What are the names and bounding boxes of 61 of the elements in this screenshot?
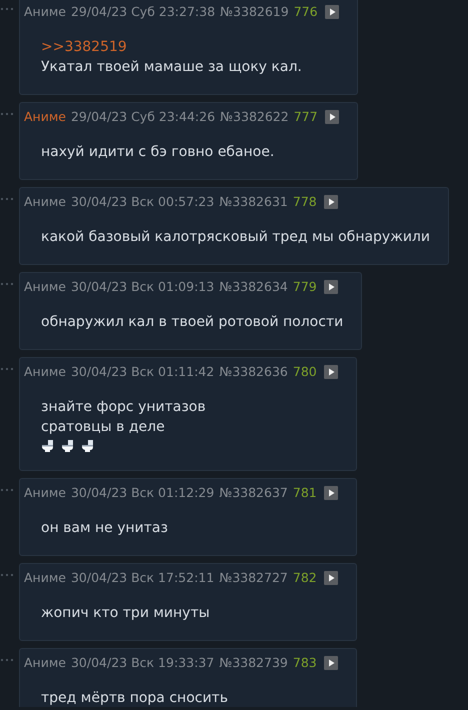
post-text: обнаружил кал в твоей ротовой полости xyxy=(41,313,344,332)
toilet-icon xyxy=(41,439,55,453)
post-text: он вам не унитаз xyxy=(41,519,168,538)
post-text: Укатал твоей мамаше за щоку кал. xyxy=(41,58,302,77)
post-number-link[interactable]: №3382622 xyxy=(220,107,289,127)
dots-icon xyxy=(1,113,13,116)
post-number-link[interactable]: №3382619 xyxy=(220,2,289,22)
post-text: сратовцы в деле xyxy=(41,418,165,437)
reply-link[interactable]: >>3382519 xyxy=(41,37,127,57)
poster-name: Аниме xyxy=(24,108,66,126)
poster-name: Аниме xyxy=(24,484,66,502)
post-count: 777 xyxy=(294,108,318,126)
post-text: знайте форс унитазов xyxy=(41,398,206,417)
post-text: жопич кто три минуты xyxy=(41,604,210,623)
poster-name: Аниме xyxy=(24,278,66,296)
play-icon[interactable] xyxy=(324,486,338,500)
post-count: 779 xyxy=(292,278,317,296)
post-count: 783 xyxy=(292,654,317,672)
dots-icon xyxy=(1,489,13,492)
post-count: 780 xyxy=(292,363,317,381)
dots-icon xyxy=(1,368,13,371)
poster-name: Аниме xyxy=(24,569,66,587)
post-date: 30/04/23 Вск 01:09:13 xyxy=(70,278,214,296)
dots-icon xyxy=(1,659,13,662)
toilet-icon xyxy=(61,439,75,453)
dots-icon xyxy=(1,8,13,11)
post-date: 30/04/23 Вск 19:33:37 xyxy=(70,654,214,672)
post-count: 776 xyxy=(294,3,318,21)
dots-icon xyxy=(1,574,13,577)
post-text: тред мёртв пора сносить xyxy=(41,689,228,707)
play-icon[interactable] xyxy=(324,571,338,585)
play-icon[interactable] xyxy=(324,656,338,670)
post-date: 30/04/23 Вск 00:57:23 xyxy=(70,193,214,211)
play-icon[interactable] xyxy=(324,365,338,379)
post-number-link[interactable]: №3382727 xyxy=(219,568,288,588)
post-number-link[interactable]: №3382636 xyxy=(219,362,288,382)
post-text: нахуй идити с бэ говно ебаное. xyxy=(41,143,274,162)
poster-name: Аниме xyxy=(24,3,66,21)
toilet-icon xyxy=(81,439,95,453)
play-icon[interactable] xyxy=(324,280,338,294)
play-icon[interactable] xyxy=(324,195,338,209)
post-date: 30/04/23 Вск 17:52:11 xyxy=(70,569,214,587)
post-date: 30/04/23 Вск 01:11:42 xyxy=(70,363,214,381)
dots-icon xyxy=(1,283,13,286)
poster-name: Аниме xyxy=(24,193,66,211)
post-number-link[interactable]: №3382637 xyxy=(219,483,288,503)
play-icon[interactable] xyxy=(324,5,339,19)
post-number-link[interactable]: №3382634 xyxy=(219,277,288,297)
post-number-link[interactable]: №3382631 xyxy=(219,192,288,212)
post-count: 781 xyxy=(292,484,317,502)
post-number-link[interactable]: №3382739 xyxy=(219,653,288,673)
post-date: 30/04/23 Вск 01:12:29 xyxy=(70,484,214,502)
post-count: 782 xyxy=(292,569,317,587)
dots-icon xyxy=(1,198,13,201)
post-text: какой базовый калотрясковый тред мы обнаружили xyxy=(41,228,430,247)
play-icon[interactable] xyxy=(324,110,339,124)
poster-name: Аниме xyxy=(24,654,66,672)
poster-name: Аниме xyxy=(24,363,66,381)
post-date: 29/04/23 Суб 23:44:26 xyxy=(70,108,216,126)
post-date: 29/04/23 Суб 23:27:38 xyxy=(70,3,216,21)
post-count: 778 xyxy=(292,193,317,211)
